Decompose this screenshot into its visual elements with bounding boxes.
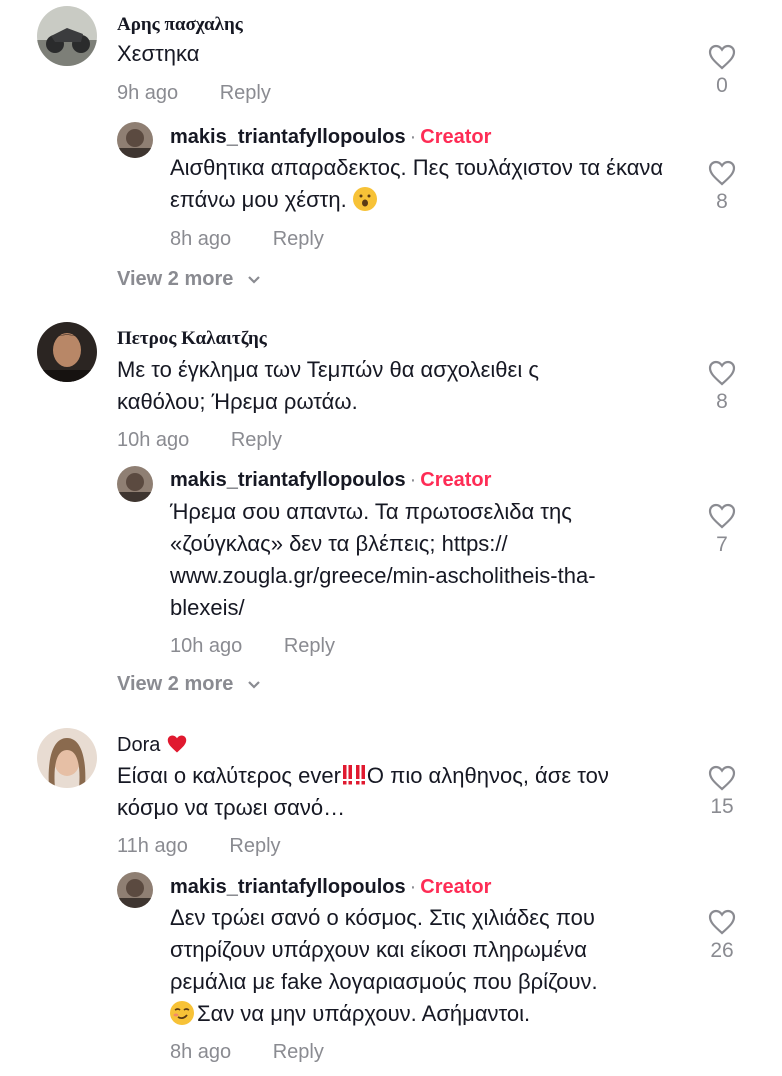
- like-button[interactable]: 7: [692, 503, 752, 557]
- heart-outline-icon: [708, 765, 736, 791]
- timestamp: 11h ago: [117, 835, 188, 857]
- creator-avatar[interactable]: [117, 872, 153, 908]
- reply-text-line: στηρίζουν υπάρχουν και είκοσι πληρωμένα: [170, 937, 587, 962]
- timestamp: 8h ago: [170, 1041, 232, 1063]
- reply-button[interactable]: Reply: [220, 82, 271, 104]
- heart-outline-icon: [708, 503, 736, 529]
- creator-badge: Creator: [420, 876, 492, 898]
- reply-meta: 8h ago Reply: [170, 228, 324, 251]
- heart-outline-icon: [708, 160, 736, 186]
- comment-text-line: Είσαι ο καλύτερος ever Ο πιο αληθηνος, άσ…: [117, 760, 677, 792]
- comment-text: Με το έγκλημα των Τεμπών θα ασχολειθει ς…: [117, 357, 539, 414]
- like-count: 0: [716, 74, 728, 97]
- reply-text-line: «ζούγκλας» δεν τα βλέπεις; https://: [170, 531, 508, 556]
- reply-username[interactable]: makis_triantafyllopoulos · Creator: [170, 126, 491, 149]
- astonished-face-emoji: [352, 187, 377, 211]
- comment-meta: 10h ago Reply: [117, 429, 282, 452]
- timestamp: 10h ago: [170, 635, 243, 657]
- username-text: Dora: [117, 734, 161, 756]
- like-count: 26: [710, 939, 734, 962]
- reply-button[interactable]: Reply: [273, 1041, 324, 1063]
- chevron-down-icon: [247, 268, 261, 291]
- creator-avatar[interactable]: [117, 122, 153, 158]
- username[interactable]: Αρης πασχαλης: [117, 14, 243, 36]
- like-button[interactable]: 0: [692, 44, 752, 98]
- reply-button[interactable]: Reply: [231, 429, 282, 451]
- double-exclamation-emoji: [342, 763, 353, 785]
- reply-button[interactable]: Reply: [229, 835, 280, 857]
- smirking-face-emoji: [170, 1001, 194, 1025]
- reply-meta: 10h ago Reply: [170, 635, 335, 658]
- avatar[interactable]: [37, 728, 97, 788]
- view-more-label: View 2 more: [117, 673, 234, 695]
- reply-button[interactable]: Reply: [273, 228, 324, 250]
- like-button[interactable]: 15: [692, 765, 752, 819]
- creator-badge: Creator: [420, 469, 492, 491]
- reply-text: Ήρεμα σου απαντω. Τα πρωτοσελιδα της «ζο…: [170, 496, 690, 624]
- comment-text: Είσαι ο καλύτερος ever Ο πιο αληθηνος, άσ…: [117, 760, 677, 824]
- reply-username-text: makis_triantafyllopoulos: [170, 469, 406, 491]
- reply-text-line: Ήρεμα σου απαντω. Τα πρωτοσελιδα της: [170, 499, 572, 524]
- reply-text-line: www.zougla.gr/greece/min-ascholitheis-th…: [170, 563, 596, 588]
- reply-username[interactable]: makis_triantafyllopoulos · Creator: [170, 876, 491, 899]
- view-more-replies[interactable]: View 2 more: [117, 673, 261, 696]
- like-button[interactable]: 26: [692, 909, 752, 963]
- chevron-down-icon: [247, 673, 261, 696]
- view-more-replies[interactable]: View 2 more: [117, 268, 261, 291]
- reply-username-text: makis_triantafyllopoulos: [170, 126, 406, 148]
- reply-meta: 8h ago Reply: [170, 1041, 324, 1064]
- separator: ·: [409, 876, 417, 898]
- comment-meta: 11h ago Reply: [117, 835, 281, 858]
- avatar[interactable]: [37, 322, 97, 382]
- reply-button[interactable]: Reply: [284, 635, 335, 657]
- reply-text-line: ρεμάλια με fake λογαριασμούς που βρίζουν…: [170, 969, 598, 994]
- heart-outline-icon: [708, 44, 736, 70]
- reply-text: Αισθητικα απαραδεκτος. Πες τουλάχιστον τ…: [170, 152, 670, 216]
- separator: ·: [409, 126, 417, 148]
- timestamp: 8h ago: [170, 228, 232, 250]
- red-heart-emoji: [166, 734, 188, 760]
- like-count: 15: [710, 795, 734, 818]
- like-count: 8: [716, 190, 728, 213]
- like-button[interactable]: 8: [692, 160, 752, 214]
- username[interactable]: Πετρος Καλαιτζης: [117, 328, 267, 350]
- heart-outline-icon: [708, 360, 736, 386]
- reply-username-text: makis_triantafyllopoulos: [170, 876, 406, 898]
- like-count: 8: [716, 390, 728, 413]
- reply-text-line: blexeis/: [170, 595, 245, 620]
- comment-text-part: Ο πιο αληθηνος, άσε τον: [366, 763, 609, 788]
- like-count: 7: [716, 533, 728, 556]
- comment-text-line: κόσμο να τρωει σανό…: [117, 795, 346, 820]
- separator: ·: [409, 469, 417, 491]
- double-exclamation-emoji: [355, 763, 366, 785]
- timestamp: 10h ago: [117, 429, 190, 451]
- reply-username[interactable]: makis_triantafyllopoulos · Creator: [170, 469, 491, 492]
- avatar[interactable]: [37, 6, 97, 66]
- username[interactable]: Dora: [117, 734, 188, 760]
- reply-text-part: Σαν να μην υπάρχουν. Ασήμαντοι.: [197, 1001, 531, 1026]
- creator-avatar[interactable]: [117, 466, 153, 502]
- timestamp: 9h ago: [117, 82, 179, 104]
- heart-outline-icon: [708, 909, 736, 935]
- creator-badge: Creator: [420, 126, 492, 148]
- comment-text-part: Είσαι ο καλύτερος ever: [117, 763, 341, 788]
- like-button[interactable]: 8: [692, 360, 752, 414]
- reply-text-line: Σαν να μην υπάρχουν. Ασήμαντοι.: [170, 998, 690, 1030]
- comment-text: Χεστηκα: [117, 41, 200, 66]
- comment-meta: 9h ago Reply: [117, 82, 271, 105]
- reply-text: Δεν τρώει σανό ο κόσμος. Στις χιλιάδες π…: [170, 902, 690, 1030]
- view-more-label: View 2 more: [117, 268, 234, 290]
- reply-text-content: Αισθητικα απαραδεκτος. Πες τουλάχιστον τ…: [170, 155, 664, 212]
- reply-text-line: Δεν τρώει σανό ο κόσμος. Στις χιλιάδες π…: [170, 905, 595, 930]
